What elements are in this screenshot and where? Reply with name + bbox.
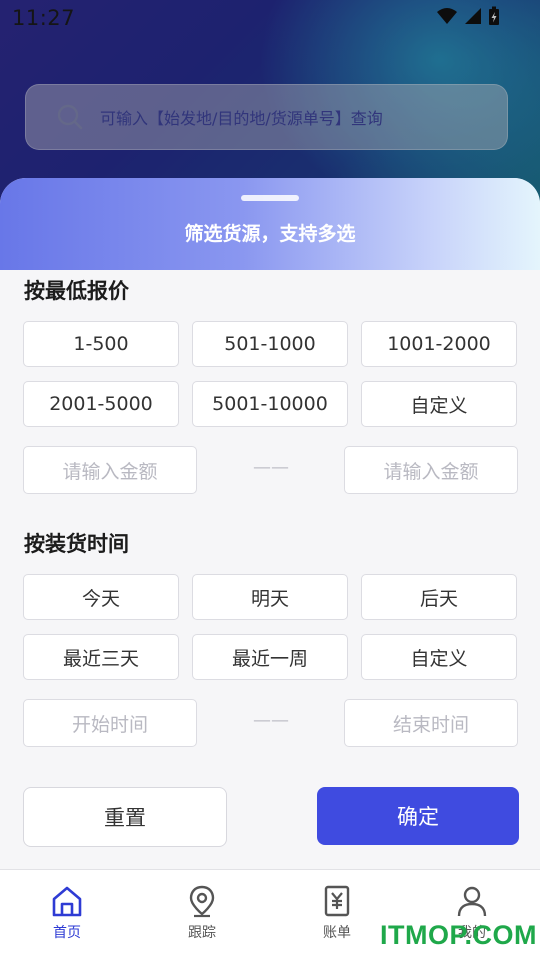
price-option[interactable]: 1001-2000 <box>361 321 517 367</box>
price-option-custom[interactable]: 自定义 <box>361 381 517 427</box>
location-pin-icon <box>189 885 215 918</box>
time-option[interactable]: 今天 <box>23 574 179 620</box>
nav-item-track[interactable]: 跟踪 <box>162 884 242 942</box>
nav-label: 跟踪 <box>188 925 216 941</box>
end-time-field[interactable]: 结束时间 <box>344 699 518 747</box>
nav-label: 首页 <box>53 925 81 941</box>
time-option[interactable]: 明天 <box>192 574 348 620</box>
range-separator: —— <box>253 710 289 731</box>
home-icon <box>52 886 82 917</box>
watermark: ITMOP.COM <box>380 920 538 950</box>
price-option[interactable]: 2001-5000 <box>23 381 179 427</box>
price-option[interactable]: 501-1000 <box>192 321 348 367</box>
price-option[interactable]: 5001-10000 <box>192 381 348 427</box>
max-amount-field[interactable]: 请输入金额 <box>344 446 518 494</box>
price-section-title: 按最低报价 <box>24 279 129 303</box>
nav-label: 账单 <box>323 925 351 941</box>
reset-button[interactable]: 重置 <box>23 787 227 847</box>
filter-sheet: 筛选货源，支持多选 按最低报价 1-500 501-1000 1001-2000… <box>0 178 540 870</box>
range-separator: —— <box>253 457 289 478</box>
time-option-custom[interactable]: 自定义 <box>361 634 517 680</box>
min-amount-field[interactable]: 请输入金额 <box>23 446 197 494</box>
confirm-button[interactable]: 确定 <box>317 787 519 845</box>
time-section-title: 按装货时间 <box>24 532 129 556</box>
bill-icon <box>324 885 350 917</box>
time-option[interactable]: 后天 <box>361 574 517 620</box>
start-time-field[interactable]: 开始时间 <box>23 699 197 747</box>
time-option[interactable]: 最近三天 <box>23 634 179 680</box>
drag-handle[interactable] <box>241 195 299 201</box>
nav-item-bill[interactable]: 账单 <box>297 884 377 942</box>
user-icon <box>457 886 487 917</box>
filter-sheet-title: 筛选货源，支持多选 <box>184 223 356 245</box>
filter-sheet-header: 筛选货源，支持多选 <box>0 178 540 270</box>
price-option[interactable]: 1-500 <box>23 321 179 367</box>
nav-item-home[interactable]: 首页 <box>27 884 107 942</box>
time-option[interactable]: 最近一周 <box>192 634 348 680</box>
